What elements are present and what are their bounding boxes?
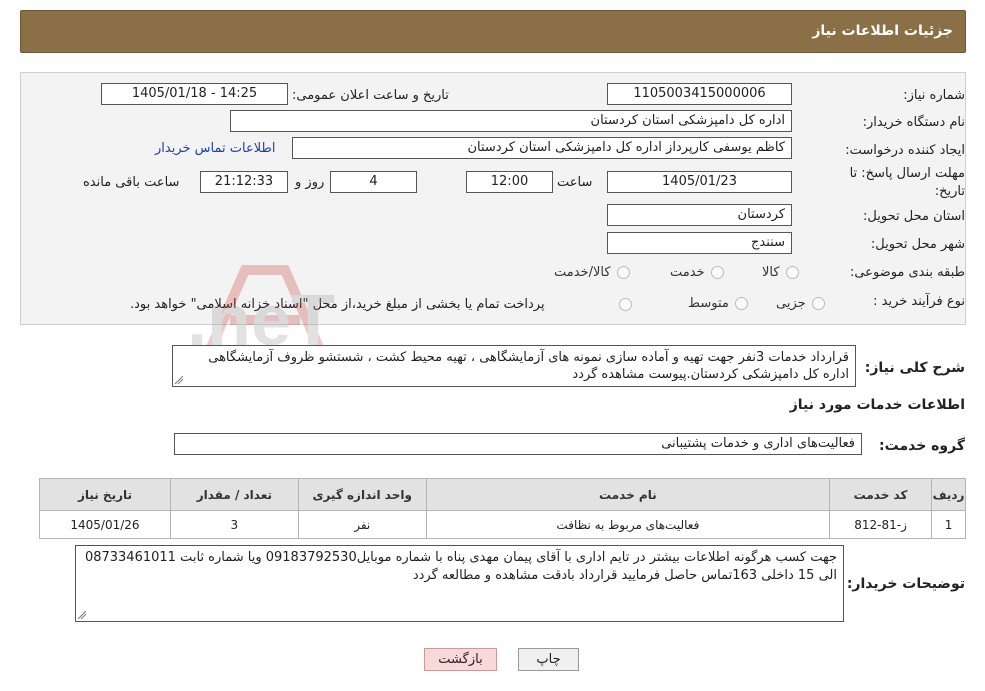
notes-text: جهت کسب هرگونه اطلاعات بیشتر در تایم ادا…: [84, 550, 837, 583]
deadline-time-label: ساعت: [557, 175, 593, 190]
table-row: 1 ز-81-812 فعالیت‌های مربوط به نظافت نفر…: [39, 510, 966, 539]
print-button[interactable]: چاپ: [518, 648, 579, 671]
description-text: قرارداد خدمات 3نفر جهت تهیه و آماده سازی…: [208, 350, 849, 382]
services-section-title: اطلاعات خدمات مورد نیاز: [789, 397, 965, 413]
back-button[interactable]: بازگشت: [424, 648, 497, 671]
deadline-label: مهلت ارسال پاسخ: تا: [849, 166, 965, 181]
col-qty-header: تعداد / مقدار: [169, 478, 299, 511]
cell-unit: نفر: [297, 510, 427, 539]
radio-icon: [785, 266, 799, 279]
page-title: جزئیات اطلاعات نیاز: [812, 23, 953, 39]
category-option-goods[interactable]: کالا: [762, 265, 799, 280]
days-label: روز و: [295, 175, 325, 190]
announce-label: تاریخ و ساعت اعلان عمومی:: [292, 88, 449, 103]
deadline-time-field: 12:00: [466, 171, 553, 193]
description-field: قرارداد خدمات 3نفر جهت تهیه و آماده سازی…: [172, 345, 856, 387]
radio-icon: [811, 297, 825, 310]
cell-need-date: 1405/01/26: [39, 510, 171, 539]
resize-grip-icon[interactable]: [175, 376, 183, 384]
need-number-field: 1105003415000006: [607, 83, 792, 105]
notes-label: توضیحات خریدار:: [846, 576, 965, 592]
services-table: ردیف کد خدمت نام خدمت واحد اندازه گیری ت…: [39, 478, 966, 539]
category-option-service[interactable]: خدمت: [670, 265, 724, 280]
creator-label: ایجاد کننده درخواست:: [845, 143, 965, 158]
process-option-partial[interactable]: جزیی: [776, 296, 825, 311]
radio-icon: [734, 297, 748, 310]
deadline-label-2: تاریخ:: [934, 184, 965, 199]
resize-grip-icon[interactable]: [78, 611, 86, 619]
cell-service-name: فعالیت‌های مربوط به نظافت: [425, 510, 831, 539]
radio-icon: [710, 266, 724, 279]
service-group-field: فعالیت‌های اداری و خدمات پشتیبانی: [174, 433, 862, 455]
col-date-header: تاریخ نیاز: [39, 478, 171, 511]
need-number-label: شماره نیاز:: [903, 88, 965, 103]
process-note-radio-icon[interactable]: [619, 298, 632, 311]
process-note: پرداخت تمام یا بخشی از مبلغ خرید،از محل …: [130, 297, 545, 312]
buyer-label: نام دستگاه خریدار:: [862, 115, 965, 130]
description-label: شرح کلی نیاز:: [864, 360, 965, 376]
page-header: جزئیات اطلاعات نیاز: [20, 10, 966, 53]
days-field: 4: [330, 171, 417, 193]
cell-quantity: 3: [169, 510, 299, 539]
process-label: نوع فرآیند خرید :: [873, 294, 965, 309]
deadline-date-field: 1405/01/23: [607, 171, 792, 193]
cell-service-code: ز-81-812: [829, 510, 933, 539]
remaining-label: ساعت باقی مانده: [83, 175, 180, 190]
col-name-header: نام خدمت: [425, 478, 831, 511]
buyer-field: اداره کل دامپزشکی استان کردستان: [230, 110, 792, 132]
province-label: استان محل تحویل:: [863, 209, 965, 224]
service-group-label: گروه خدمت:: [879, 438, 965, 454]
buyer-contact-link[interactable]: اطلاعات تماس خریدار: [155, 141, 275, 156]
cell-row-number: 1: [931, 510, 966, 539]
col-row-header: ردیف: [931, 478, 966, 511]
category-option-goods-service[interactable]: کالا/خدمت: [554, 265, 630, 280]
notes-field: جهت کسب هرگونه اطلاعات بیشتر در تایم ادا…: [75, 545, 844, 622]
category-label: طبقه بندی موضوعی:: [849, 265, 965, 280]
col-code-header: کد خدمت: [829, 478, 933, 511]
remaining-time-field: 21:12:33: [200, 171, 288, 193]
city-label: شهر محل تحویل:: [870, 237, 965, 252]
creator-field: کاظم یوسفی کارپرداز اداره کل دامپزشکی اس…: [292, 137, 792, 159]
province-field: کردستان: [607, 204, 792, 226]
announce-field: 1405/01/18 - 14:25: [101, 83, 288, 105]
process-option-medium[interactable]: متوسط: [688, 296, 748, 311]
col-unit-header: واحد اندازه گیری: [297, 478, 427, 511]
city-field: سنندج: [607, 232, 792, 254]
radio-icon: [616, 266, 630, 279]
table-header-row: ردیف کد خدمت نام خدمت واحد اندازه گیری ت…: [39, 478, 966, 511]
